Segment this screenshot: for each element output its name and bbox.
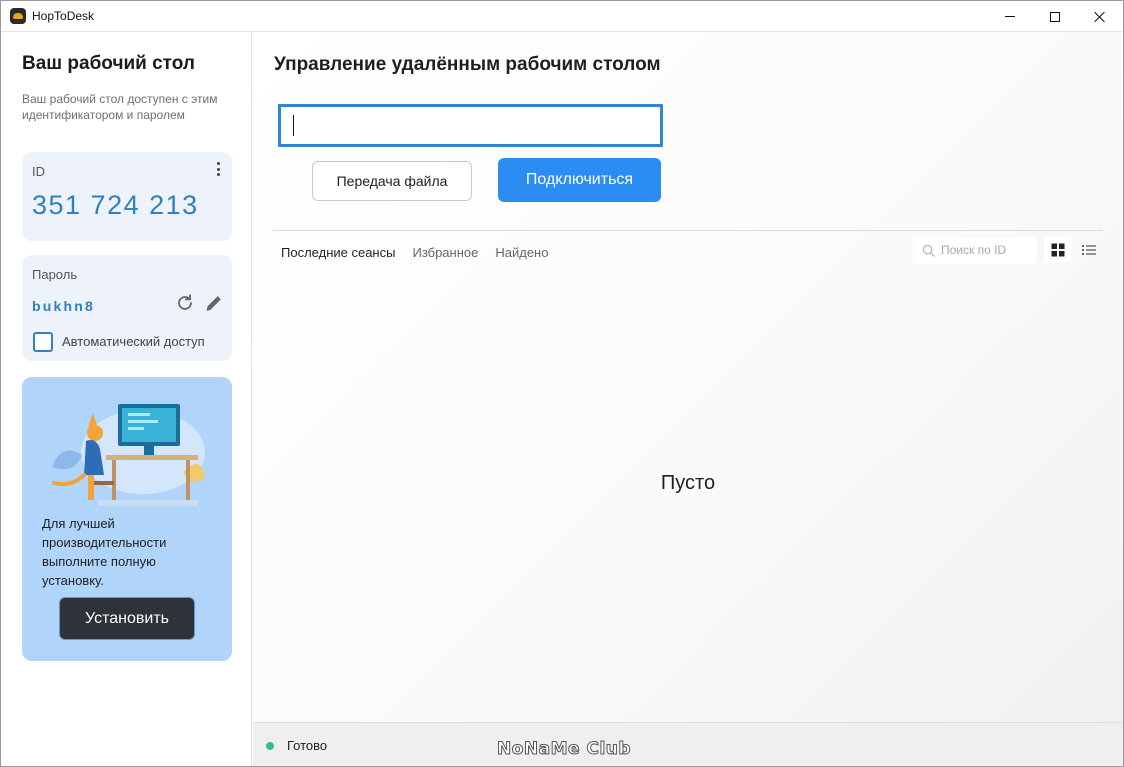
search-input[interactable]	[941, 243, 1033, 257]
app-logo-icon	[10, 8, 26, 24]
window-title: HopToDesk	[32, 9, 95, 23]
promo-text: Для лучшей производительности выполните …	[42, 516, 167, 588]
minimize-button[interactable]	[987, 1, 1033, 32]
maximize-icon	[1050, 11, 1060, 22]
empty-state-text: Пусто	[660, 472, 716, 494]
watermark: NoNaMe Club	[496, 739, 632, 760]
id-card: ID 351 724 213	[22, 152, 232, 241]
status-indicator-icon	[266, 742, 274, 750]
refresh-password-icon[interactable]	[174, 292, 196, 314]
more-options-icon[interactable]	[217, 162, 221, 176]
id-value: 351 724 213	[32, 190, 199, 220]
main-panel: Управление удалённым рабочим столом Пере…	[253, 32, 1123, 722]
minimize-icon	[1005, 16, 1015, 17]
auto-access-checkbox[interactable]	[33, 332, 53, 352]
file-transfer-button[interactable]: Передача файла	[312, 161, 472, 201]
divider	[273, 230, 1103, 231]
list-view-button[interactable]	[1075, 237, 1103, 263]
grid-view-button[interactable]	[1044, 237, 1072, 263]
search-box	[915, 237, 1037, 264]
connect-button[interactable]: Подключиться	[498, 158, 661, 202]
tab-discovered[interactable]: Найдено	[487, 241, 556, 265]
maximize-button[interactable]	[1032, 1, 1078, 32]
close-button[interactable]	[1077, 1, 1123, 32]
password-card: Пароль bukhn8 Автоматический доступ	[22, 255, 232, 361]
sidebar-description: Ваш рабочий стол доступен с этим идентиф…	[22, 92, 218, 122]
auto-access-label: Автоматический доступ	[62, 334, 205, 349]
app-window: HopToDesk Ваш рабочий стол Ваш рабочий с…	[0, 0, 1124, 767]
remote-id-input[interactable]	[278, 104, 663, 147]
sidebar-title: Ваш рабочий стол	[22, 53, 195, 74]
id-label: ID	[32, 164, 45, 179]
text-caret	[293, 115, 294, 136]
close-icon	[1094, 11, 1106, 23]
password-label: Пароль	[32, 267, 78, 282]
install-button[interactable]: Установить	[59, 597, 195, 640]
sidebar: Ваш рабочий стол Ваш рабочий стол доступ…	[1, 32, 252, 766]
edit-password-icon[interactable]	[203, 292, 225, 314]
search-icon	[922, 244, 935, 257]
session-tabs: Последние сеансы Избранное Найдено	[273, 241, 557, 265]
promo-card: Для лучшей производительности выполните …	[22, 377, 232, 661]
status-text: Готово	[287, 738, 328, 753]
kangaroo-desk-illustration	[52, 404, 205, 506]
main-title: Управление удалённым рабочим столом	[274, 54, 661, 75]
tab-recent-sessions[interactable]: Последние сеансы	[273, 241, 404, 265]
tab-favorites[interactable]: Избранное	[404, 241, 486, 265]
grid-view-icon	[1051, 243, 1065, 257]
status-bar: Готово NoNaMe Club	[253, 722, 1123, 766]
password-value: bukhn8	[32, 298, 95, 314]
title-bar: HopToDesk	[1, 1, 1123, 32]
list-view-icon	[1082, 245, 1096, 255]
